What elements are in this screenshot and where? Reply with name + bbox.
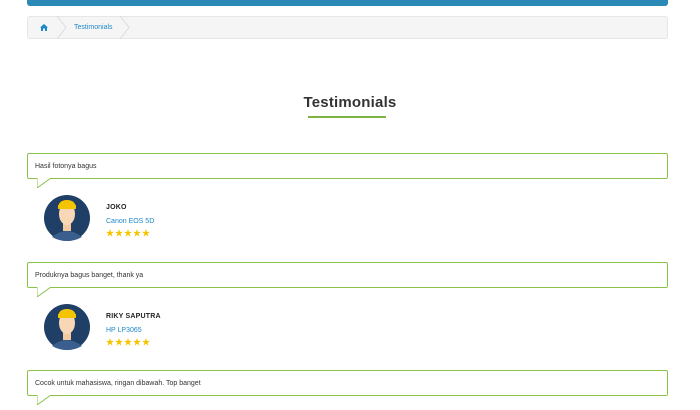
top-nav-bar — [27, 0, 668, 6]
avatar — [44, 304, 90, 350]
author-name: JOKO — [106, 204, 127, 211]
rating-stars — [106, 338, 150, 346]
product-link[interactable]: HP LP3065 — [106, 327, 142, 334]
title-underline — [308, 116, 386, 118]
testimonial-author: JOKO Canon EOS 5D — [44, 195, 344, 245]
star-icon — [142, 229, 150, 237]
testimonial-quote: Cocok untuk mahasiswa, ringan dibawah. T… — [27, 370, 668, 396]
star-icon — [133, 229, 141, 237]
quote-tail — [37, 287, 51, 297]
star-icon — [115, 229, 123, 237]
breadcrumb: Testimonials — [27, 16, 668, 39]
breadcrumb-separator — [119, 16, 133, 39]
quote-tail — [37, 178, 51, 188]
avatar — [44, 195, 90, 241]
author-name: RIKY SAPUTRA — [106, 313, 161, 320]
star-icon — [106, 338, 114, 346]
star-icon — [106, 229, 114, 237]
star-icon — [142, 338, 150, 346]
star-icon — [115, 338, 123, 346]
page-title: Testimonials — [303, 94, 397, 111]
product-link[interactable]: Canon EOS 5D — [106, 218, 154, 225]
quote-tail — [37, 395, 51, 405]
star-icon — [124, 338, 132, 346]
testimonial-author: RIKY SAPUTRA HP LP3065 — [44, 304, 344, 354]
rating-stars — [106, 229, 150, 237]
breadcrumb-item-testimonials[interactable]: Testimonials — [70, 17, 123, 38]
breadcrumb-separator — [56, 16, 70, 39]
testimonial-quote: Produknya bagus banget, thank ya — [27, 262, 668, 288]
star-icon — [124, 229, 132, 237]
star-icon — [133, 338, 141, 346]
testimonial-quote: Hasil fotonya bagus — [27, 153, 668, 179]
home-icon — [40, 24, 48, 31]
